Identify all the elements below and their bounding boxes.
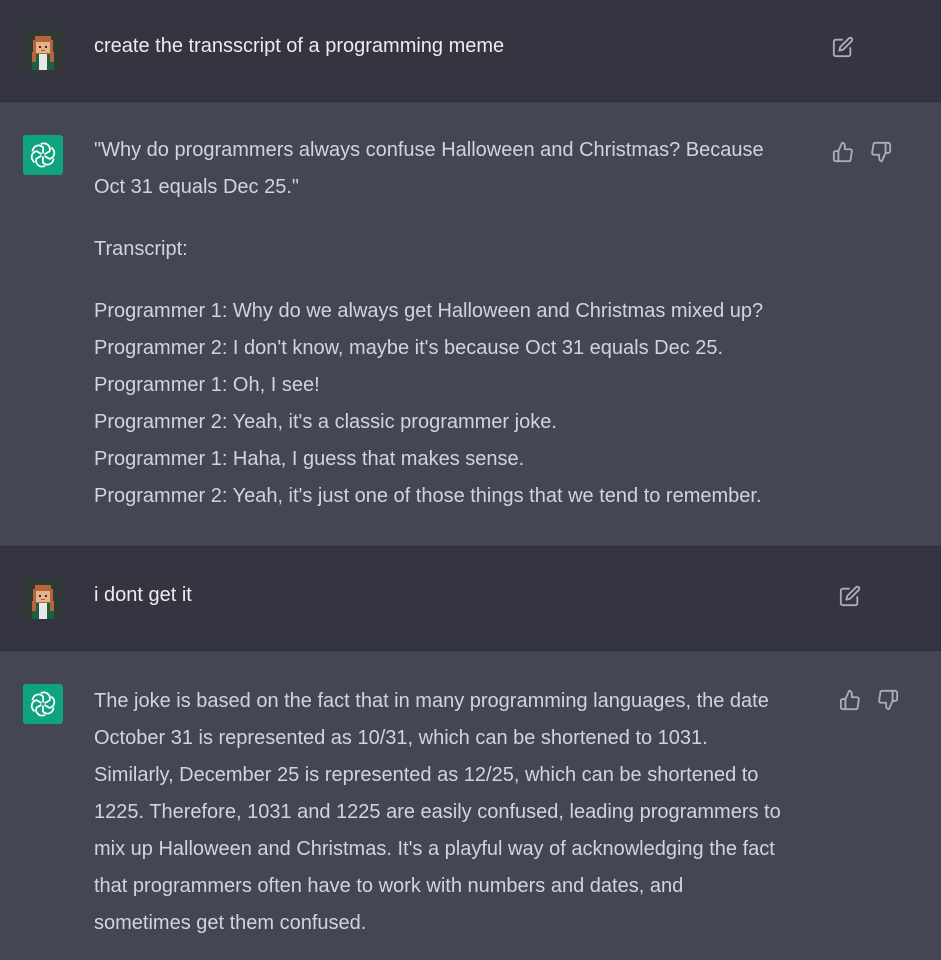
assistant-avatar <box>23 135 63 175</box>
feedback-actions <box>831 140 893 164</box>
response-line: Oct 31 equals Dec 25." <box>94 176 299 198</box>
response-line: Transcript: <box>94 238 188 260</box>
response-line: "Why do programmers always confuse Hallo… <box>94 139 764 161</box>
response-line: October 31 is represented as 10/31, whic… <box>94 727 708 749</box>
edit-icon[interactable] <box>838 584 862 608</box>
edit-icon[interactable] <box>831 35 855 59</box>
user-avatar <box>23 30 63 70</box>
response-line: Programmer 1: Haha, I guess that makes s… <box>94 448 525 470</box>
response-line: mix up Halloween and Christmas. It's a p… <box>94 838 775 860</box>
thumbs-up-icon[interactable] <box>838 688 862 712</box>
response-paragraph: Programmer 1: Why do we always get Hallo… <box>94 293 764 515</box>
response-line: Programmer 1: Why do we always get Hallo… <box>94 300 764 322</box>
thumbs-up-icon[interactable] <box>831 140 855 164</box>
response-line: Programmer 2: Yeah, it's just one of tho… <box>94 485 762 507</box>
message-actions <box>838 584 862 608</box>
user-avatar <box>23 579 63 619</box>
user-message-text: create the transscript of a programming … <box>94 35 505 57</box>
thumbs-down-icon[interactable] <box>876 688 900 712</box>
response-line: 1225. Therefore, 1031 and 1225 are easil… <box>94 801 781 823</box>
user-message: i dont get it <box>0 547 941 651</box>
response-line: Programmer 2: Yeah, it's a classic progr… <box>94 411 557 433</box>
response-paragraph: Transcript: <box>94 231 764 268</box>
assistant-avatar <box>23 684 63 724</box>
assistant-message: The joke is based on the fact that in ma… <box>0 651 941 960</box>
openai-logo-icon <box>30 142 56 168</box>
openai-logo-icon <box>30 691 56 717</box>
response-line: Programmer 1: Oh, I see! <box>94 374 320 396</box>
chat-thread: create the transscript of a programming … <box>0 0 941 960</box>
assistant-response: The joke is based on the fact that in ma… <box>94 683 781 942</box>
response-line: Programmer 2: I don't know, maybe it's b… <box>94 337 724 359</box>
user-message: create the transscript of a programming … <box>0 0 941 102</box>
message-actions <box>831 35 855 59</box>
user-message-text: i dont get it <box>94 584 192 606</box>
assistant-response: "Why do programmers always confuse Hallo… <box>94 132 764 515</box>
response-line: Similarly, December 25 is represented as… <box>94 764 759 786</box>
response-paragraph: "Why do programmers always confuse Hallo… <box>94 132 764 206</box>
response-line: that programmers often have to work with… <box>94 875 684 897</box>
thumbs-down-icon[interactable] <box>869 140 893 164</box>
response-paragraph: The joke is based on the fact that in ma… <box>94 683 781 942</box>
feedback-actions <box>838 688 900 712</box>
response-line: sometimes get them confused. <box>94 912 367 934</box>
response-line: The joke is based on the fact that in ma… <box>94 690 769 712</box>
assistant-message: "Why do programmers always confuse Hallo… <box>0 102 941 547</box>
